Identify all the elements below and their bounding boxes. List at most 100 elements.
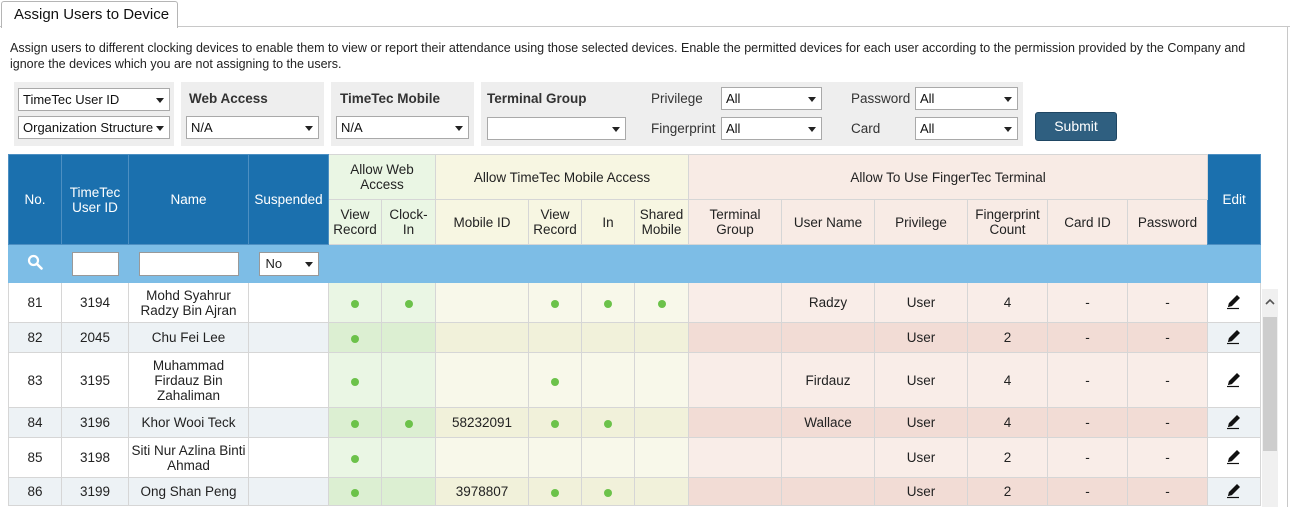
- web-view-dot: [351, 377, 359, 386]
- cell-user-name: [781, 477, 876, 506]
- filter-box-mobile: TimeTec Mobile N/A: [331, 82, 474, 146]
- cell-privilege: User: [874, 477, 969, 506]
- cell-web-clock-in[interactable]: [380, 477, 437, 506]
- cell-password: -: [1127, 322, 1209, 353]
- tab-assign-users[interactable]: Assign Users to Device: [1, 1, 178, 28]
- cell-mobile-view-record[interactable]: [528, 477, 583, 506]
- cell-mobile-in[interactable]: [581, 477, 636, 506]
- pencil-icon[interactable]: [1225, 370, 1243, 388]
- col-user-id: TimeTec User ID: [61, 154, 129, 245]
- cell-web-view-record[interactable]: [328, 437, 382, 478]
- pencil-icon[interactable]: [1225, 412, 1243, 430]
- cell-mobile-view-record[interactable]: [528, 322, 583, 353]
- pencil-icon[interactable]: [1225, 447, 1243, 465]
- cell-user-name: Firdauz: [781, 352, 876, 408]
- cell-web-clock-in[interactable]: [380, 322, 437, 353]
- cell-terminal-group: [688, 407, 783, 438]
- table-scrollbar[interactable]: [1262, 289, 1278, 507]
- privilege-select[interactable]: All: [721, 87, 822, 110]
- search-suspended-select[interactable]: No: [258, 251, 319, 276]
- chevron-up-icon[interactable]: [1265, 297, 1275, 307]
- cell-edit[interactable]: [1207, 352, 1262, 408]
- cell-mobile-view-record[interactable]: [528, 407, 583, 438]
- cell-mobile-in[interactable]: [581, 322, 636, 353]
- pencil-icon[interactable]: [1225, 292, 1243, 310]
- web-access-select[interactable]: N/A: [186, 116, 319, 139]
- mobile-view-dot: [551, 377, 560, 386]
- cell-card-id: -: [1047, 352, 1129, 408]
- cell-web-view-record[interactable]: [328, 407, 382, 438]
- cell-user-id: 3196: [61, 407, 129, 438]
- mobile-view-dot: [551, 300, 560, 308]
- cell-privilege: User: [874, 407, 969, 438]
- web-view-dot: [351, 489, 359, 497]
- cell-web-view-record[interactable]: [328, 352, 382, 408]
- cell-name: Siti Nur Azlina Binti Ahmad: [128, 437, 249, 478]
- cell-password: -: [1127, 282, 1209, 323]
- cell-terminal-group: [688, 322, 783, 353]
- cell-web-clock-in[interactable]: [380, 352, 437, 408]
- cell-mobile-view-record[interactable]: [528, 437, 583, 478]
- cell-mobile-in[interactable]: [581, 407, 636, 438]
- group-terminal-access: Allow To Use FingerTec Terminal: [688, 154, 1209, 200]
- cell-mobile-in[interactable]: [581, 282, 636, 323]
- mobile-select[interactable]: N/A: [336, 116, 469, 139]
- cell-no: 82: [8, 322, 62, 353]
- search-user-id-input[interactable]: [71, 251, 119, 276]
- cell-shared-mobile[interactable]: [634, 477, 690, 506]
- card-select[interactable]: All: [915, 117, 1018, 140]
- cell-name: Khor Wooi Teck: [128, 407, 249, 438]
- col-suspended: Suspended: [248, 154, 329, 245]
- col-card-id: Card ID: [1047, 199, 1129, 245]
- terminal-group-select[interactable]: [487, 117, 626, 140]
- mobile-in-dot: [604, 300, 613, 308]
- cell-edit[interactable]: [1207, 477, 1262, 506]
- cell-suspended: [248, 477, 329, 506]
- pencil-icon[interactable]: [1225, 481, 1243, 499]
- table-row: 82 2045 Chu Fei Lee User 2- -: [8, 322, 1262, 353]
- table-row: 84 3196 Khor Wooi Teck 58232091 Wallace User 4…: [8, 407, 1262, 438]
- col-shared-mobile: Shared Mobile: [634, 199, 690, 245]
- cell-mobile-in[interactable]: [581, 437, 636, 478]
- cell-name: Chu Fei Lee: [128, 322, 249, 353]
- cell-edit[interactable]: [1207, 322, 1262, 353]
- structure-select[interactable]: Organization Structure: [18, 116, 170, 139]
- cell-web-view-record[interactable]: [328, 322, 382, 353]
- cell-name: Mohd Syahrur Radzy Bin Ajran: [128, 282, 249, 323]
- cell-shared-mobile[interactable]: [634, 352, 690, 408]
- cell-edit[interactable]: [1207, 407, 1262, 438]
- cell-fingerprint-count: 4: [967, 282, 1049, 323]
- pencil-icon[interactable]: [1225, 327, 1243, 345]
- cell-password: -: [1127, 407, 1209, 438]
- scrollbar-thumb[interactable]: [1263, 317, 1277, 451]
- cell-web-clock-in[interactable]: [380, 282, 437, 323]
- cell-user-name: Wallace: [781, 407, 876, 438]
- id-type-select[interactable]: TimeTec User ID: [18, 88, 170, 111]
- cell-edit[interactable]: [1207, 282, 1262, 323]
- cell-shared-mobile[interactable]: [634, 437, 690, 478]
- cell-shared-mobile[interactable]: [634, 282, 690, 323]
- search-name-input[interactable]: [138, 251, 239, 276]
- search-icon[interactable]: [27, 254, 43, 270]
- submit-button[interactable]: Submit: [1035, 112, 1117, 141]
- cell-mobile-id: [435, 282, 530, 323]
- cell-mobile-view-record[interactable]: [528, 352, 583, 408]
- cell-password: -: [1127, 352, 1209, 408]
- cell-web-view-record[interactable]: [328, 282, 382, 323]
- cell-card-id: -: [1047, 282, 1129, 323]
- web-view-dot: [351, 300, 359, 308]
- cell-web-clock-in[interactable]: [380, 437, 437, 478]
- cell-password: -: [1127, 477, 1209, 506]
- cell-web-view-record[interactable]: [328, 477, 382, 506]
- web-view-dot: [351, 455, 359, 463]
- cell-shared-mobile[interactable]: [634, 322, 690, 353]
- cell-shared-mobile[interactable]: [634, 407, 690, 438]
- tab-strip: Assign Users to Device: [0, 0, 1290, 28]
- cell-web-clock-in[interactable]: [380, 407, 437, 438]
- fingerprint-select[interactable]: All: [721, 117, 822, 140]
- cell-mobile-in[interactable]: [581, 352, 636, 408]
- cell-mobile-view-record[interactable]: [528, 282, 583, 323]
- password-select[interactable]: All: [915, 87, 1018, 110]
- cell-edit[interactable]: [1207, 437, 1262, 478]
- search-icon-cell[interactable]: [8, 244, 62, 283]
